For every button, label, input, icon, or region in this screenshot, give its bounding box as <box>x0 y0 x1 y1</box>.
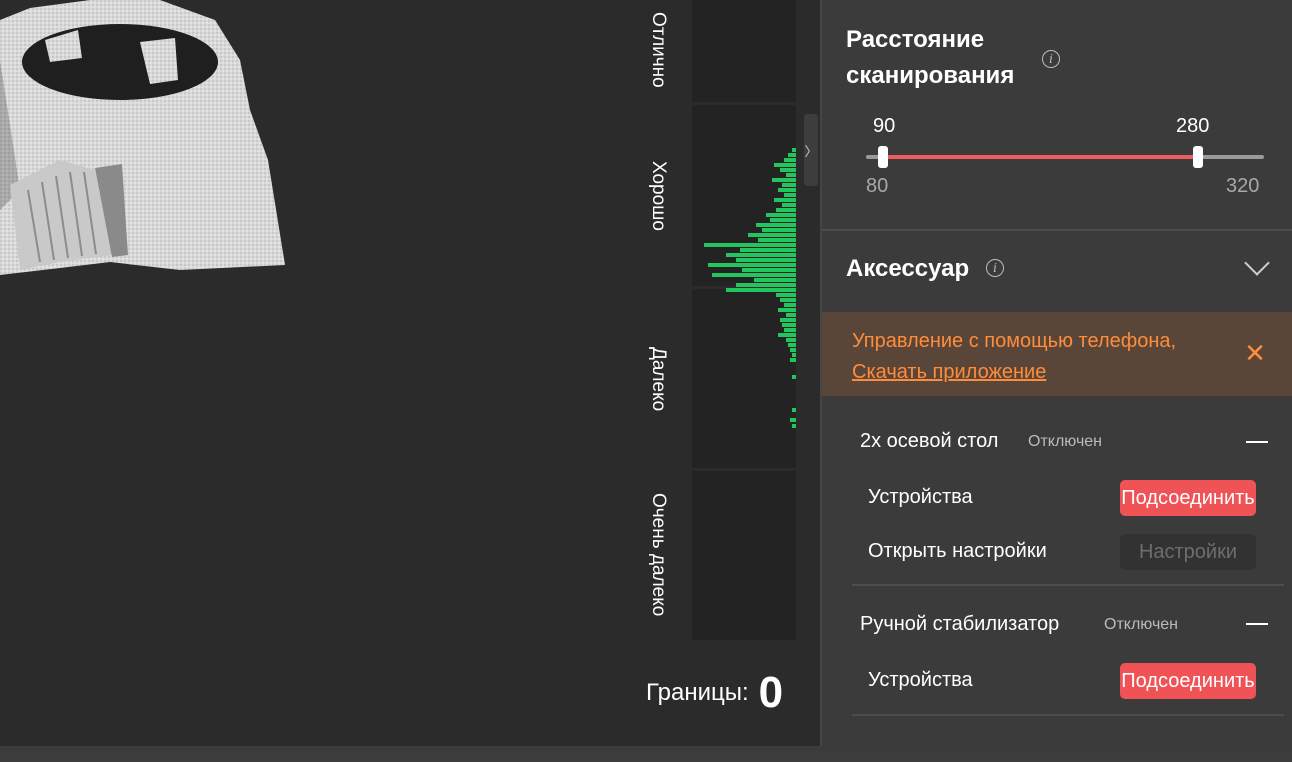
histogram-bar <box>756 223 796 227</box>
slider-thumb-low[interactable] <box>877 146 888 168</box>
histogram-bar <box>712 273 796 277</box>
connect-button[interactable]: Подсоединить <box>1120 663 1256 699</box>
slider-range-fill <box>882 155 1198 159</box>
scan-distance-title: Расстояние сканирования <box>846 22 1014 94</box>
histogram-bar <box>704 243 796 247</box>
chevron-right-icon: 〉 <box>804 144 818 160</box>
info-icon[interactable]: i <box>986 259 1004 277</box>
histogram-bar <box>772 178 796 182</box>
histogram-bar <box>784 303 796 307</box>
histogram-bar <box>780 318 796 322</box>
histogram-bar <box>784 328 796 332</box>
slider-thumb-high[interactable] <box>1192 146 1203 168</box>
histogram-bar <box>792 375 796 379</box>
histogram-bar <box>778 188 796 192</box>
histogram-bar <box>778 333 796 337</box>
histogram-bar <box>726 288 796 292</box>
accessory-title: Аксессуар <box>846 255 970 282</box>
histogram-bar <box>748 233 796 237</box>
histogram-bar <box>784 193 796 197</box>
item-divider <box>852 714 1284 716</box>
histogram-bar <box>762 228 796 232</box>
bounds-label: Границы: <box>646 679 749 706</box>
histogram-bar <box>736 283 796 287</box>
histogram-bar <box>766 213 796 217</box>
histogram-bar <box>792 353 796 357</box>
download-app-link[interactable]: Скачать приложение <box>852 361 1046 383</box>
histogram-bar <box>790 358 796 362</box>
chevron-down-icon[interactable] <box>1244 250 1270 276</box>
histogram-bar <box>778 308 796 312</box>
scan-distance-title-line1: Расстояние <box>846 26 985 53</box>
histogram-bar <box>736 258 796 262</box>
histogram-bar <box>792 148 796 152</box>
zone-label-far: Далеко <box>648 346 669 412</box>
histogram-bar <box>708 263 796 267</box>
collapse-panel-handle[interactable]: 〉 <box>804 114 818 186</box>
slider-min-label: 80 <box>866 175 889 197</box>
scan-distance-slider[interactable] <box>866 146 1264 168</box>
histogram-bar <box>782 323 796 327</box>
histogram-bar <box>774 163 796 167</box>
accessory-status: Отключен <box>1028 433 1103 450</box>
histogram-bar <box>792 408 796 412</box>
scan-distance-title-line2: сканирования <box>846 62 1015 89</box>
collapse-icon[interactable] <box>1246 623 1268 625</box>
accessory-name-turntable: 2х осевой стол <box>860 430 999 452</box>
histogram-bar <box>788 153 796 157</box>
histogram-bar <box>786 313 796 317</box>
zone-label-excellent: Отлично <box>648 12 669 88</box>
open-settings-label: Открыть настройки <box>868 540 1047 562</box>
histogram-bar <box>740 248 796 252</box>
histogram-bar <box>774 198 796 202</box>
devices-label: Устройства <box>868 486 973 508</box>
histogram-bar <box>782 203 796 207</box>
accessory-name-stabilizer: Ручной стабилизатор <box>860 613 1060 635</box>
histogram-bar <box>758 238 796 242</box>
histogram-bar <box>784 158 796 162</box>
notice-text: Управление с помощью телефона, <box>852 330 1177 352</box>
bounds-value: 0 <box>758 668 784 717</box>
histogram-bar <box>780 298 796 302</box>
histogram-bar <box>788 343 796 347</box>
histogram-bar <box>754 278 796 282</box>
close-icon[interactable]: ✕ <box>1242 340 1268 366</box>
histogram-bar <box>770 218 796 222</box>
status-bar <box>0 746 1292 762</box>
scanned-model-preview <box>0 0 285 275</box>
histogram-bar <box>790 418 796 422</box>
histogram-bar <box>776 293 796 297</box>
histogram-bar <box>780 168 796 172</box>
histogram-bar <box>786 338 796 342</box>
bounds-readout: Границы: 0 <box>646 668 783 718</box>
item-divider <box>852 584 1284 586</box>
devices-label: Устройства <box>868 669 973 691</box>
slider-low-value: 90 <box>873 115 896 137</box>
phone-control-notice: Управление с помощью телефона, Скачать п… <box>822 312 1292 396</box>
info-icon[interactable]: i <box>1042 50 1060 68</box>
settings-panel: Расстояние сканирования i 90 280 80 320 … <box>820 0 1292 746</box>
histogram-bar <box>792 424 796 428</box>
connect-button[interactable]: Подсоединить <box>1120 480 1256 516</box>
settings-button[interactable]: Настройки <box>1120 534 1256 570</box>
zone-label-good: Хорошо <box>648 161 669 231</box>
histogram-bar <box>786 173 796 177</box>
section-divider <box>822 229 1292 231</box>
collapse-icon[interactable] <box>1246 441 1268 443</box>
histogram-bar <box>742 268 796 272</box>
histogram-bar <box>782 183 796 187</box>
accessory-status: Отключен <box>1104 616 1179 633</box>
histogram-bar <box>726 253 796 257</box>
histogram-bar <box>790 348 796 352</box>
histogram-bars <box>704 148 796 428</box>
histogram-bar <box>776 208 796 212</box>
slider-high-value: 280 <box>1176 115 1210 137</box>
slider-max-label: 320 <box>1226 175 1260 197</box>
zone-label-very-far: Очень далеко <box>648 493 669 617</box>
scan-viewport[interactable]: Отлично Хорошо Далеко Очень далеко 〉 Гра… <box>0 0 820 746</box>
